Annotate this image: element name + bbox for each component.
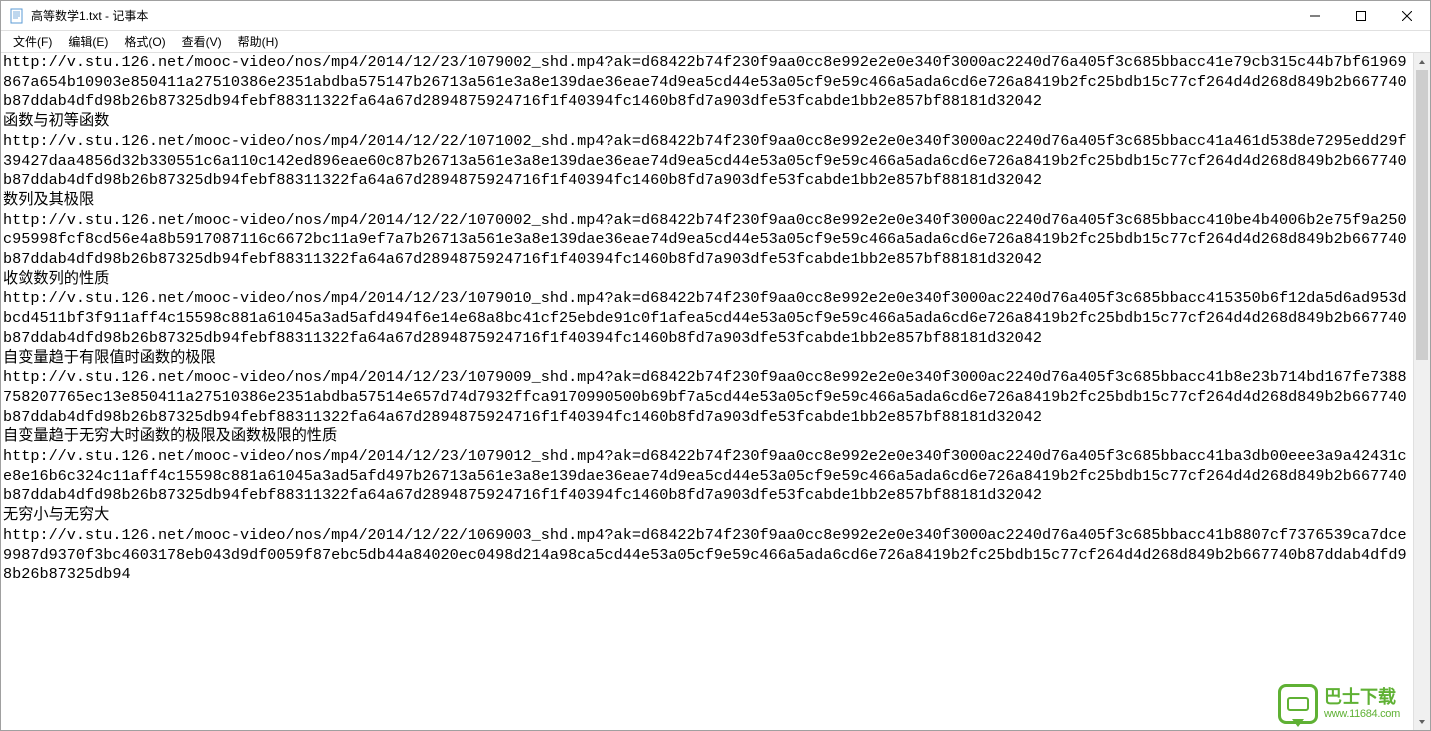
window-controls [1292, 1, 1430, 30]
menu-file[interactable]: 文件(F) [5, 31, 60, 52]
menu-view[interactable]: 查看(V) [174, 31, 230, 52]
notepad-icon [9, 8, 25, 24]
watermark-url: www.11684.com [1324, 708, 1400, 720]
scroll-thumb[interactable] [1416, 70, 1428, 360]
watermark-logo-icon [1278, 684, 1318, 724]
titlebar: 高等数学1.txt - 记事本 [1, 1, 1430, 31]
menu-help[interactable]: 帮助(H) [230, 31, 287, 52]
text-editor[interactable]: http://v.stu.126.net/mooc-video/nos/mp4/… [1, 53, 1413, 730]
maximize-button[interactable] [1338, 1, 1384, 30]
content-wrapper: http://v.stu.126.net/mooc-video/nos/mp4/… [1, 53, 1430, 730]
watermark: 巴士下载 www.11684.com [1278, 684, 1400, 724]
vertical-scrollbar[interactable] [1413, 53, 1430, 730]
scroll-up-button[interactable] [1414, 53, 1430, 70]
minimize-button[interactable] [1292, 1, 1338, 30]
menu-format[interactable]: 格式(O) [116, 31, 173, 52]
scroll-track[interactable] [1414, 70, 1430, 713]
menu-edit[interactable]: 编辑(E) [60, 31, 116, 52]
notepad-window: 高等数学1.txt - 记事本 文件(F) 编辑(E) 格式(O) 查看(V) … [0, 0, 1431, 731]
close-button[interactable] [1384, 1, 1430, 30]
menubar: 文件(F) 编辑(E) 格式(O) 查看(V) 帮助(H) [1, 31, 1430, 53]
watermark-cn: 巴士下载 [1324, 688, 1400, 708]
window-title: 高等数学1.txt - 记事本 [31, 7, 1292, 24]
watermark-text: 巴士下载 www.11684.com [1324, 688, 1400, 720]
scroll-down-button[interactable] [1414, 713, 1430, 730]
